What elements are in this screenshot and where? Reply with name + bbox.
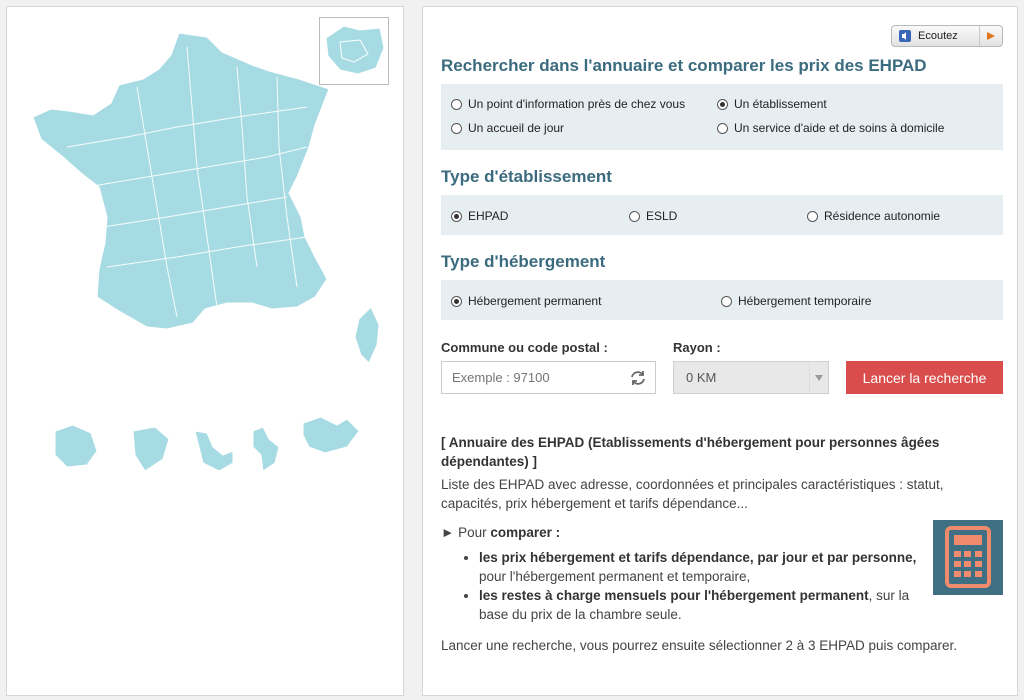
info-block: [ Annuaire des EHPAD (Etablissements d'h…: [441, 433, 1001, 655]
option-label: Un établissement: [734, 97, 827, 111]
radio-etablissement[interactable]: [717, 98, 728, 110]
hebergement-title: Type d'hébergement: [441, 252, 606, 271]
option-label: Un point d'information près de chez vous: [468, 97, 686, 111]
search-panel: Ecoutez Rechercher dans l'annuaire et co…: [422, 6, 1018, 696]
commune-label: Commune ou code postal :: [441, 340, 608, 355]
option-residence-autonomie[interactable]: Résidence autonomie: [807, 209, 940, 223]
commune-input[interactable]: [442, 362, 602, 393]
compare-line: ► Pour comparer :: [441, 523, 1001, 542]
france-map[interactable]: [7, 7, 405, 697]
speaker-icon: [899, 30, 911, 42]
option-service-domicile[interactable]: Un service d'aide et de soins à domicile: [717, 121, 944, 135]
reunion: [54, 424, 98, 468]
refresh-icon[interactable]: [629, 369, 647, 387]
compare-bold: comparer :: [490, 525, 561, 540]
radio-accueil-jour[interactable]: [451, 122, 462, 134]
option-label: Un accueil de jour: [468, 121, 565, 135]
compare-list: les prix hébergement et tarifs dépendanc…: [441, 548, 941, 624]
rayon-select[interactable]: 0 KM: [673, 361, 829, 394]
search-type-options: Un point d'information près de chez vous…: [441, 84, 1003, 150]
etablissement-title: Type d'établissement: [441, 167, 612, 186]
option-ehpad[interactable]: EHPAD: [451, 209, 508, 223]
compare-prefix: ► Pour: [441, 525, 491, 540]
mayotte: [252, 426, 280, 472]
corsica: [354, 306, 380, 364]
radio-esld[interactable]: [629, 210, 640, 222]
option-label: Un service d'aide et de soins à domicile: [734, 121, 945, 135]
radio-service-domicile[interactable]: [717, 122, 728, 134]
info-description: Liste des EHPAD avec adresse, coordonnée…: [441, 477, 944, 511]
radio-ehpad[interactable]: [451, 210, 462, 222]
etablissement-options: EHPAD ESLD Résidence autonomie: [441, 195, 1003, 235]
option-label: ESLD: [646, 209, 678, 223]
option-label: Hébergement temporaire: [738, 294, 872, 308]
ile-de-france-map: [325, 25, 385, 75]
radio-hebergement-permanent[interactable]: [451, 295, 462, 307]
list-item: les prix hébergement et tarifs dépendanc…: [479, 548, 941, 586]
rayon-label: Rayon :: [673, 340, 721, 355]
radio-residence-autonomie[interactable]: [807, 210, 818, 222]
option-label: Hébergement permanent: [468, 294, 602, 308]
info-heading: [ Annuaire des EHPAD (Etablissements d'h…: [441, 435, 940, 469]
guadeloupe: [302, 416, 360, 454]
option-accueil-jour[interactable]: Un accueil de jour: [451, 121, 564, 135]
martinique: [194, 430, 234, 472]
search-button[interactable]: Lancer la recherche: [846, 361, 1003, 394]
commune-field: [441, 361, 656, 394]
listen-button[interactable]: Ecoutez: [891, 25, 1003, 47]
ile-de-france-inset[interactable]: [319, 17, 389, 85]
listen-label: Ecoutez: [918, 30, 958, 42]
calculator-icon: [933, 520, 1003, 595]
list-item: les restes à charge mensuels pour l'hébe…: [479, 586, 941, 624]
info-footer: Lancer une recherche, vous pourrez ensui…: [441, 638, 958, 653]
option-label: Résidence autonomie: [824, 209, 941, 223]
radio-hebergement-temporaire[interactable]: [721, 295, 732, 307]
option-esld[interactable]: ESLD: [629, 209, 677, 223]
option-point-information[interactable]: Un point d'information près de chez vous: [451, 97, 685, 111]
radio-point-information[interactable]: [451, 98, 462, 110]
option-hebergement-temporaire[interactable]: Hébergement temporaire: [721, 294, 871, 308]
option-label: EHPAD: [468, 209, 509, 223]
map-panel: [6, 6, 404, 696]
guyane: [132, 426, 170, 472]
play-icon[interactable]: [979, 26, 1002, 46]
hebergement-options: Hébergement permanent Hébergement tempor…: [441, 280, 1003, 320]
option-etablissement[interactable]: Un établissement: [717, 97, 827, 111]
search-title: Rechercher dans l'annuaire et comparer l…: [441, 56, 927, 75]
chevron-down-icon: [809, 362, 828, 393]
rayon-value: 0 KM: [686, 370, 717, 385]
metropolitan-france: [32, 32, 330, 330]
option-hebergement-permanent[interactable]: Hébergement permanent: [451, 294, 601, 308]
